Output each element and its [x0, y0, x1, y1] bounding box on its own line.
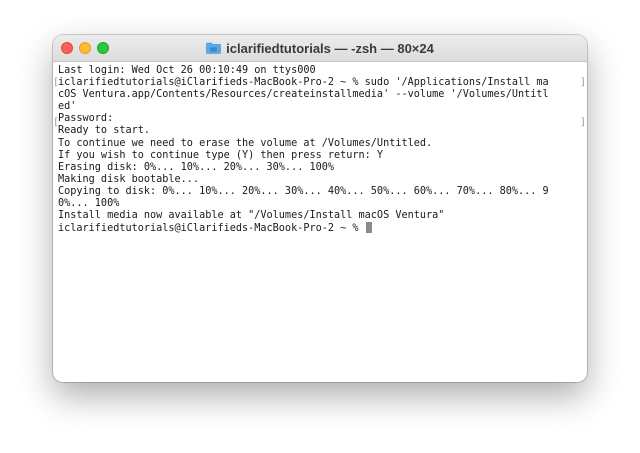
mark-bracket-left: [	[53, 77, 60, 88]
terminal-line: If you wish to continue type (Y) then pr…	[58, 149, 384, 161]
terminal-line: ed'	[58, 101, 77, 113]
terminal-line: 0%... 100%	[58, 198, 120, 210]
mark-bracket-right: ]	[579, 77, 586, 88]
window-title-group: iclarifiedtutorials — -zsh — 80×24	[53, 35, 587, 61]
terminal-window: iclarifiedtutorials — -zsh — 80×24 Last …	[53, 35, 587, 382]
folder-icon	[206, 42, 221, 54]
terminal-line: Install media now available at "/Volumes…	[58, 210, 445, 222]
terminal-line: Erasing disk: 0%... 10%... 20%... 30%...…	[58, 161, 335, 173]
mark-bracket-right-2: ]	[579, 117, 586, 128]
terminal-output[interactable]: Last login: Wed Oct 26 00:10:49 on ttys0…	[53, 62, 587, 382]
window-title: iclarifiedtutorials — -zsh — 80×24	[226, 40, 434, 56]
terminal-line: iclarifiedtutorials@iClarifieds-MacBook-…	[58, 222, 587, 234]
terminal-line: Making disk bootable...	[58, 173, 200, 185]
mark-bracket-left-2: [	[53, 117, 60, 128]
terminal-line: cOS Ventura.app/Contents/Resources/creat…	[58, 89, 549, 101]
terminal-line: Password:	[58, 113, 114, 125]
terminal-line: To continue we need to erase the volume …	[58, 137, 433, 149]
text-cursor	[365, 222, 372, 234]
terminal-line: Copying to disk: 0%... 10%... 20%... 30%…	[58, 185, 549, 197]
title-bar[interactable]: iclarifiedtutorials — -zsh — 80×24	[53, 35, 587, 62]
terminal-line: Last login: Wed Oct 26 00:10:49 on ttys0…	[58, 65, 316, 76]
terminal-line: Ready to start.	[58, 125, 151, 137]
terminal-line: iclarifiedtutorials@iClarifieds-MacBook-…	[58, 77, 549, 89]
